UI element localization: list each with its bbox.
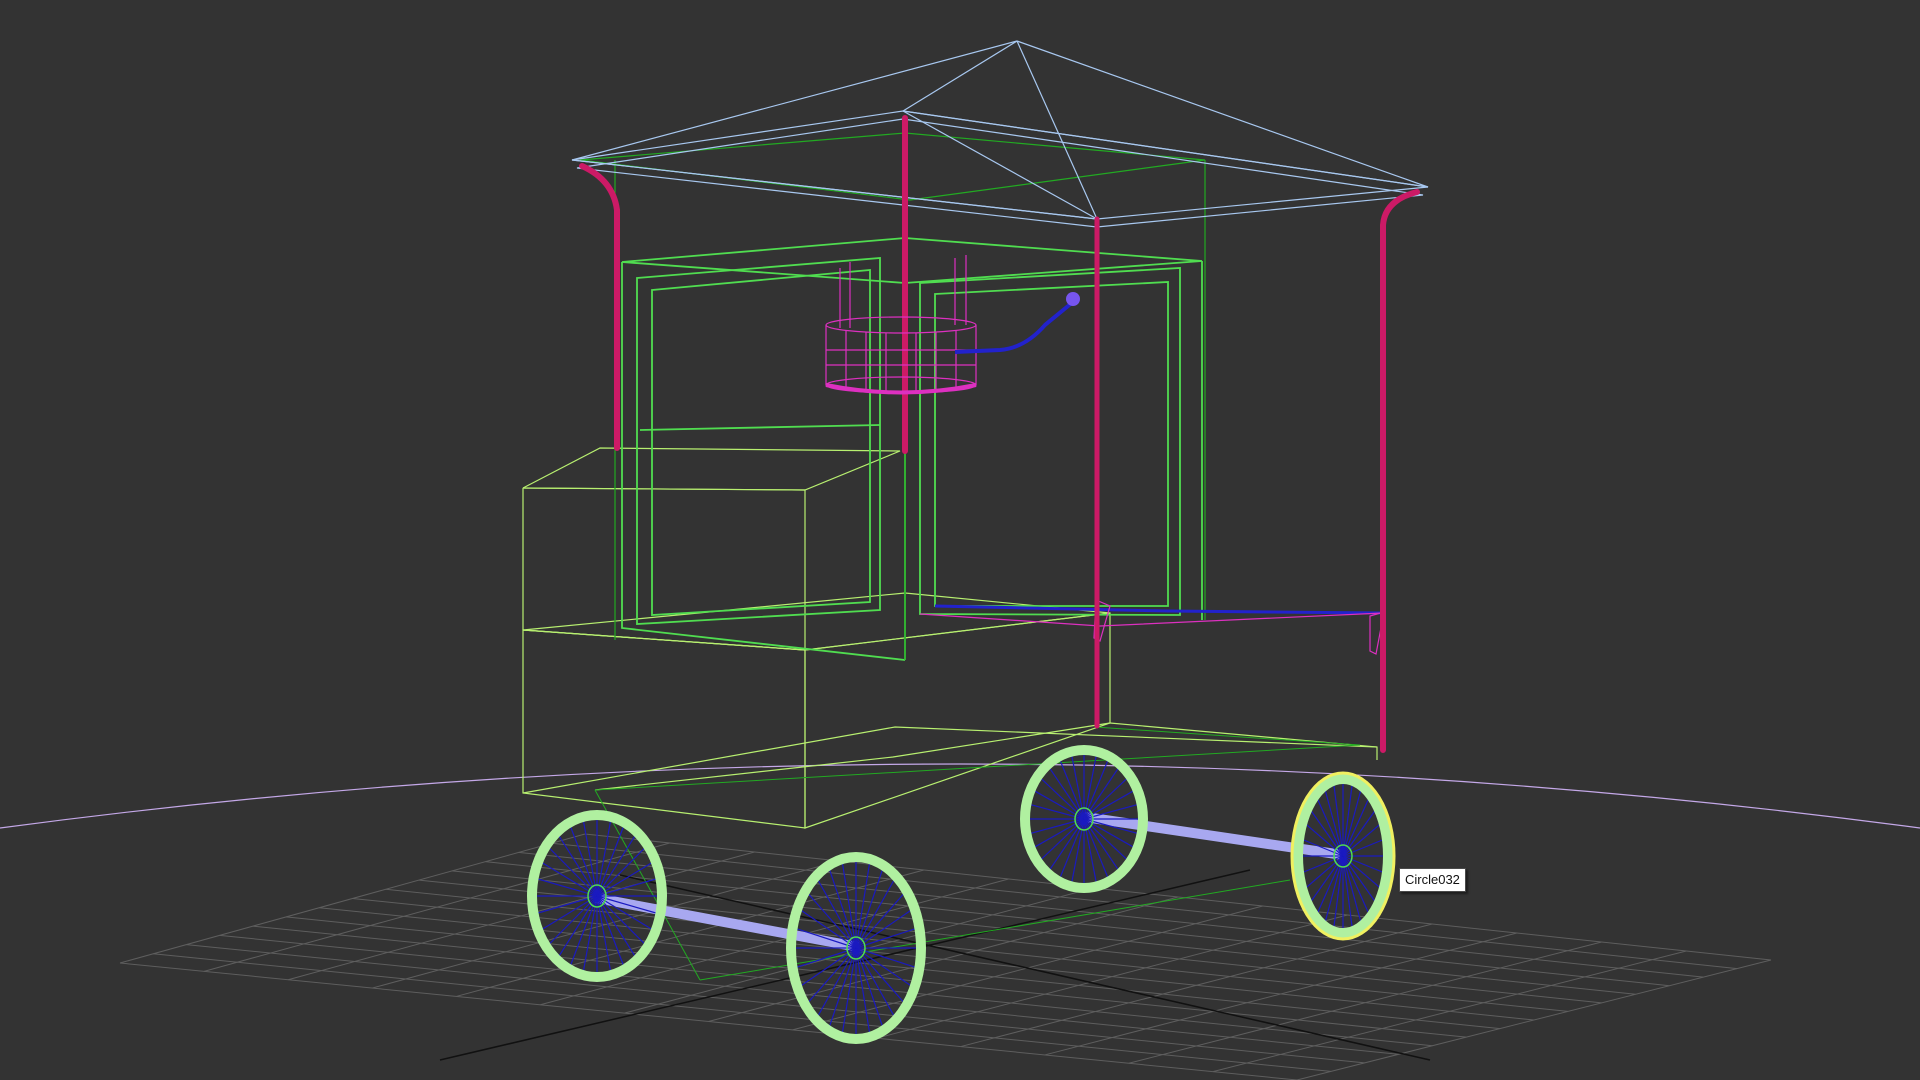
rear-left-wheel[interactable] <box>1020 745 1148 893</box>
basket[interactable] <box>825 255 977 395</box>
object-name-tooltip: Circle032 <box>1399 868 1466 892</box>
front-right-wheel[interactable] <box>786 852 926 1044</box>
display-cabinet[interactable] <box>579 132 1206 661</box>
horizon-line <box>0 763 1920 829</box>
rear-right-wheel[interactable] <box>1290 771 1396 941</box>
shelf-rail[interactable] <box>919 599 1385 655</box>
viewport-canvas[interactable] <box>0 0 1920 1080</box>
home-grid <box>119 833 1772 1080</box>
front-left-wheel[interactable] <box>527 810 667 982</box>
corner-posts[interactable] <box>579 115 1420 753</box>
roof[interactable] <box>571 40 1429 228</box>
perspective-viewport[interactable]: Circle032 <box>0 0 1920 1080</box>
handle[interactable] <box>954 292 1080 354</box>
cart-base[interactable] <box>522 592 1378 829</box>
